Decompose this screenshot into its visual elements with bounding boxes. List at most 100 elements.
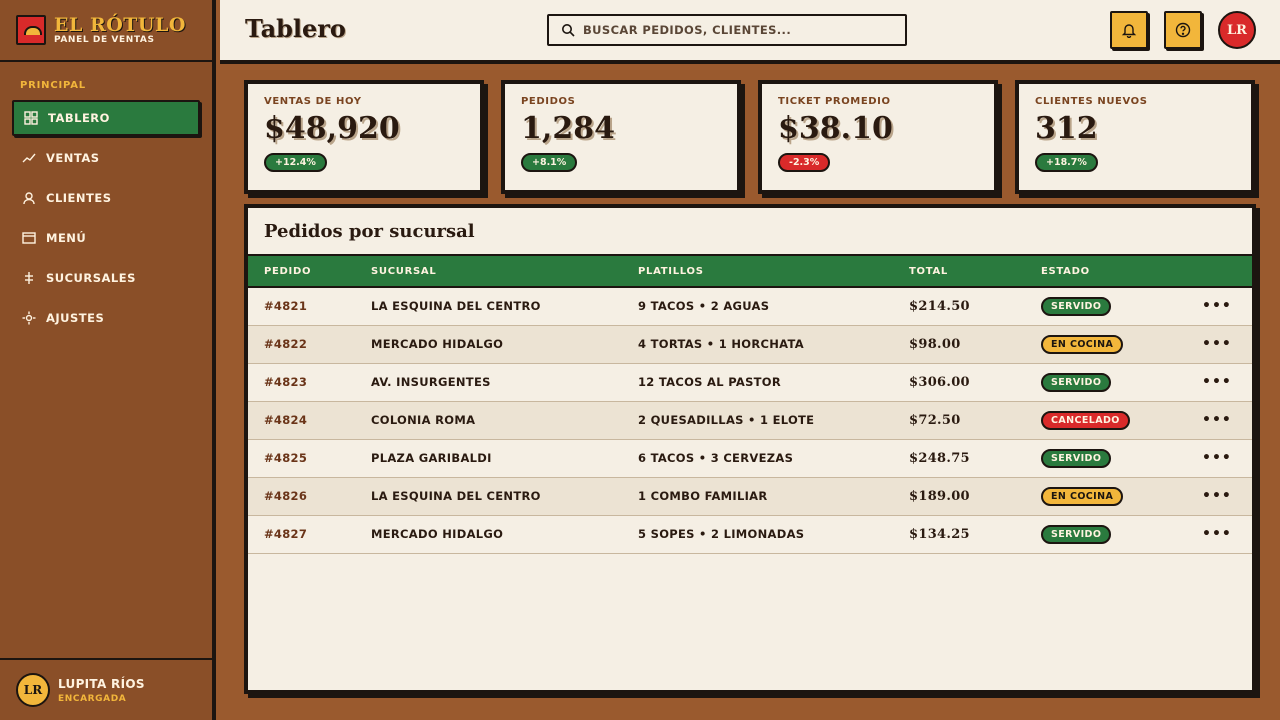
order-total: $306.00 xyxy=(893,363,1025,402)
row-actions-cell: ••• xyxy=(1186,515,1252,554)
column-header-pedido[interactable]: PEDIDO xyxy=(248,254,355,288)
sidebar-item-ventas[interactable]: VENTAS xyxy=(12,140,200,176)
table-row[interactable]: #4825 PLAZA GARIBALDI 6 TACOS • 3 CERVEZAS… xyxy=(248,439,1252,478)
column-header-total[interactable]: TOTAL xyxy=(893,254,1025,288)
order-items: 9 TACOS • 2 AGUAS xyxy=(622,287,893,326)
order-total: $134.25 xyxy=(893,515,1025,554)
sidebar-item-tablero[interactable]: TABLERO xyxy=(12,100,200,136)
order-total: $248.75 xyxy=(893,439,1025,478)
column-header-sucursal[interactable]: SUCURSAL xyxy=(355,254,622,288)
order-items: 1 COMBO FAMILIAR xyxy=(622,477,893,516)
nav-section-label: PRINCIPAL xyxy=(20,80,86,91)
kpi-value: $48,920 xyxy=(264,111,400,146)
order-items: 5 SOPES • 2 LIMONADAS xyxy=(622,515,893,554)
search-input[interactable] xyxy=(583,23,883,37)
more-options-icon[interactable]: ••• xyxy=(1202,336,1232,352)
table-row[interactable]: #4823 AV. INSURGENTES 12 TACOS AL PASTOR $3… xyxy=(248,363,1252,402)
more-options-icon[interactable]: ••• xyxy=(1202,374,1232,390)
table-row[interactable]: #4821 LA ESQUINA DEL CENTRO 9 TACOS • 2 AG… xyxy=(248,287,1252,326)
top-bar: Tablero LR xyxy=(220,0,1280,64)
sidebar-item-ajustes[interactable]: AJUSTES xyxy=(12,300,200,336)
sidebar-item-clientes[interactable]: CLIENTES xyxy=(12,180,200,216)
order-id[interactable]: #4827 xyxy=(248,515,355,554)
kpi-card-ticket-promedio: TICKET PROMEDIO $38.10 -2.3% xyxy=(758,80,998,194)
notifications-button[interactable] xyxy=(1110,11,1148,49)
row-actions-cell: ••• xyxy=(1186,363,1252,402)
kpi-delta-badge: +12.4% xyxy=(264,153,327,172)
order-id[interactable]: #4826 xyxy=(248,477,355,516)
nav-list: TABLERO VENTAS CLIENTES MENÚ SUCURSALES xyxy=(0,100,212,336)
order-id[interactable]: #4821 xyxy=(248,287,355,326)
more-options-icon[interactable]: ••• xyxy=(1202,526,1232,542)
order-total: $72.50 xyxy=(893,401,1025,440)
grid-icon xyxy=(24,111,38,125)
more-options-icon[interactable]: ••• xyxy=(1202,450,1232,466)
kpi-card-pedidos: PEDIDOS 1,284 +8.1% xyxy=(501,80,741,194)
status-badge: EN COCINA xyxy=(1041,334,1124,354)
order-branch: LA ESQUINA DEL CENTRO xyxy=(355,287,622,326)
orders-title: Pedidos por sucursal xyxy=(264,221,475,242)
kpi-label: TICKET PROMEDIO xyxy=(778,96,891,107)
orders-panel: Pedidos por sucursal PEDIDO SUCURSAL PLA… xyxy=(244,204,1256,694)
more-options-icon[interactable]: ••• xyxy=(1202,488,1232,504)
more-options-icon[interactable]: ••• xyxy=(1202,412,1232,428)
order-items: 2 QUESADILLAS • 1 ELOTE xyxy=(622,401,893,440)
table-row[interactable]: #4822 MERCADO HIDALGO 4 TORTAS • 1 HORCHAT… xyxy=(248,325,1252,364)
search-icon xyxy=(562,24,575,37)
kpi-value: 1,284 xyxy=(521,111,615,146)
sidebar-user[interactable]: LR LUPITA RÍOS ENCARGADA xyxy=(0,658,212,720)
row-actions-cell: ••• xyxy=(1186,287,1252,326)
order-branch: AV. INSURGENTES xyxy=(355,363,622,402)
sidebar-item-label: TABLERO xyxy=(48,111,110,125)
column-header-platillos[interactable]: PLATILLOS xyxy=(622,254,893,288)
menu-card-icon xyxy=(22,231,36,245)
order-id[interactable]: #4823 xyxy=(248,363,355,402)
row-actions-cell: ••• xyxy=(1186,325,1252,364)
sidebar-item-sucursales[interactable]: SUCURSALES xyxy=(12,260,200,296)
table-row[interactable]: #4827 MERCADO HIDALGO 5 SOPES • 2 LIMONADA… xyxy=(248,515,1252,554)
kpi-value: 312 xyxy=(1035,111,1098,146)
user-name: LUPITA RÍOS xyxy=(58,676,145,691)
sidebar-item-label: CLIENTES xyxy=(46,191,112,205)
signpost-icon xyxy=(22,271,36,285)
page-title: Tablero xyxy=(245,14,346,43)
search-box[interactable] xyxy=(547,14,907,46)
sidebar-item-menu[interactable]: MENÚ xyxy=(12,220,200,256)
order-status-cell: EN COCINA xyxy=(1025,477,1186,516)
sidebar-item-label: MENÚ xyxy=(46,231,87,245)
help-icon xyxy=(1175,22,1191,38)
user-icon xyxy=(22,191,36,205)
table-row[interactable]: #4826 LA ESQUINA DEL CENTRO 1 COMBO FAMILI… xyxy=(248,477,1252,516)
status-badge: SERVIDO xyxy=(1041,448,1112,468)
status-badge: SERVIDO xyxy=(1041,524,1112,544)
order-id[interactable]: #4824 xyxy=(248,401,355,440)
order-status-cell: SERVIDO xyxy=(1025,515,1186,554)
sun-gear-icon xyxy=(22,311,36,325)
user-avatar-button[interactable]: LR xyxy=(1218,11,1256,49)
kpi-label: CLIENTES NUEVOS xyxy=(1035,96,1148,107)
order-branch: PLAZA GARIBALDI xyxy=(355,439,622,478)
order-branch: COLONIA ROMA xyxy=(355,401,622,440)
status-badge: EN COCINA xyxy=(1041,486,1124,506)
brand-name: EL RÓTULO xyxy=(54,14,186,36)
order-id[interactable]: #4822 xyxy=(248,325,355,364)
brand[interactable]: EL RÓTULO PANEL DE VENTAS xyxy=(0,0,212,62)
table-row[interactable]: #4824 COLONIA ROMA 2 QUESADILLAS • 1 ELOTE… xyxy=(248,401,1252,440)
column-header-estado[interactable]: ESTADO xyxy=(1025,254,1186,288)
more-options-icon[interactable]: ••• xyxy=(1202,298,1232,314)
order-id[interactable]: #4825 xyxy=(248,439,355,478)
order-total: $98.00 xyxy=(893,325,1025,364)
help-button[interactable] xyxy=(1164,11,1202,49)
column-header-actions xyxy=(1186,254,1252,288)
brand-subtitle: PANEL DE VENTAS xyxy=(54,35,155,45)
sidebar: EL RÓTULO PANEL DE VENTAS PRINCIPAL TABL… xyxy=(0,0,216,720)
orders-table: PEDIDO SUCURSAL PLATILLOS TOTAL ESTADO #… xyxy=(248,254,1252,554)
sidebar-item-label: SUCURSALES xyxy=(46,271,136,285)
kpi-label: VENTAS DE HOY xyxy=(264,96,362,107)
avatar: LR xyxy=(16,673,50,707)
status-badge: SERVIDO xyxy=(1041,296,1112,316)
order-branch: LA ESQUINA DEL CENTRO xyxy=(355,477,622,516)
kpi-card-ventas-hoy: VENTAS DE HOY $48,920 +12.4% xyxy=(244,80,484,194)
order-status-cell: EN COCINA xyxy=(1025,325,1186,364)
kpi-label: PEDIDOS xyxy=(521,96,576,107)
